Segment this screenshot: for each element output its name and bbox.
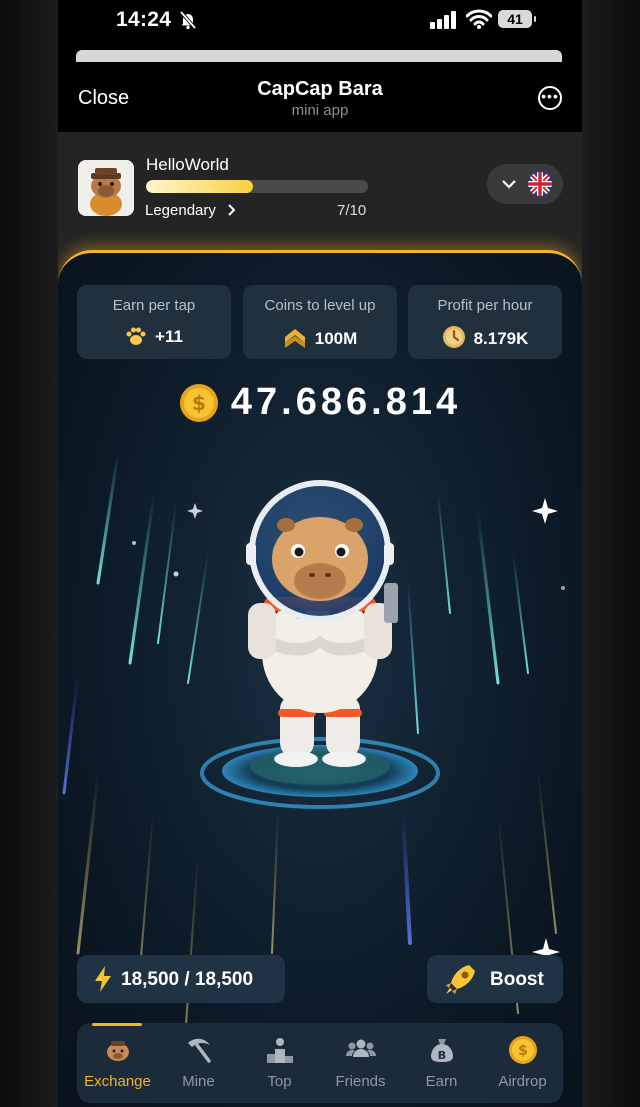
chevron-rank-icon	[284, 329, 305, 348]
game-panel: Earn per tap +11 Coins to level up 100M …	[58, 250, 582, 1107]
language-selector[interactable]	[487, 164, 563, 204]
stat-coins-to-level-up: Coins to level up 100M	[243, 285, 397, 359]
svg-text:$: $	[518, 1043, 528, 1059]
app-body: HelloWorld Legendary 7/10 Earn per tap +…	[58, 132, 582, 1107]
left-backdrop	[0, 0, 58, 1107]
energy-value: 18,500 / 18,500	[121, 969, 254, 990]
clock-coin-icon	[442, 326, 465, 348]
nav-label: Top	[267, 1073, 292, 1090]
lightning-icon	[95, 966, 111, 992]
stat-earn-per-tap: Earn per tap +11	[77, 285, 231, 359]
status-bar: 14:24 41	[58, 0, 582, 44]
active-indicator	[92, 1023, 142, 1026]
level-count: 7/10	[337, 202, 367, 219]
nav-earn[interactable]: B Earn	[401, 1023, 482, 1103]
energy-indicator: 18,500 / 18,500	[77, 955, 285, 1003]
nav-exchange[interactable]: Exchange	[77, 1023, 158, 1103]
profit-per-hour-value: 8.179K	[473, 329, 529, 348]
miniapp-header: Close CapCap Bara mini app •••	[58, 62, 582, 132]
right-backdrop	[582, 0, 640, 1107]
nav-label: Exchange	[84, 1073, 151, 1090]
coin-balance: $ 47.686.814	[58, 381, 582, 424]
sheet-edge	[76, 50, 562, 62]
cellular-signal-icon	[430, 11, 458, 34]
coins-to-level-value: 100M	[314, 329, 358, 348]
status-time: 14:24	[116, 8, 172, 31]
capybara-icon	[107, 1041, 129, 1061]
stat-label: Earn per tap	[112, 297, 196, 314]
uk-flag-icon	[528, 172, 552, 196]
app-subtitle: mini app	[291, 102, 349, 119]
level-progress-bar	[146, 180, 368, 193]
stat-value: +11	[77, 325, 231, 347]
stat-value: 100M	[243, 325, 397, 349]
more-options-icon[interactable]: •••	[538, 86, 562, 110]
nav-airdrop[interactable]: $ Airdrop	[482, 1023, 563, 1103]
stat-value: 8.179K	[408, 325, 562, 349]
boost-button[interactable]: Boost	[427, 955, 563, 1003]
rank-label: Legendary	[145, 202, 216, 219]
rank-link[interactable]: Legendary	[145, 202, 238, 219]
money-bag-icon: B	[431, 1039, 453, 1062]
wifi-icon	[465, 9, 493, 34]
chevron-right-icon	[228, 204, 236, 216]
nav-mine[interactable]: Mine	[158, 1023, 239, 1103]
friends-icon	[346, 1039, 376, 1057]
nav-top[interactable]: Top	[239, 1023, 320, 1103]
boost-label: Boost	[490, 969, 544, 990]
nav-label: Mine	[182, 1073, 215, 1090]
phone-screen: 14:24 41 Close CapCap Bara mini app •••	[58, 0, 582, 1107]
podium-icon	[267, 1038, 293, 1063]
nav-label: Airdrop	[498, 1073, 547, 1090]
bell-muted-icon	[178, 10, 198, 35]
app-title: CapCap Bara	[257, 78, 383, 100]
paw-icon	[126, 327, 146, 345]
svg-text:B: B	[438, 1049, 446, 1062]
gold-coin-icon: $	[179, 383, 218, 422]
capybara-astronaut-tap-target[interactable]	[200, 473, 440, 833]
nav-friends[interactable]: Friends	[320, 1023, 401, 1103]
chevron-down-icon	[502, 180, 516, 189]
stat-label: Coins to level up	[264, 297, 376, 314]
dollar-coin-icon: $	[509, 1036, 537, 1064]
stat-label: Profit per hour	[437, 297, 533, 314]
svg-text:$: $	[192, 391, 206, 415]
bottom-nav: Exchange Mine Top Friends B Earn $ Airdr…	[77, 1023, 563, 1103]
level-progress-fill	[146, 180, 253, 193]
balance-amount: 47.686.814	[230, 381, 462, 423]
rocket-icon	[446, 965, 475, 994]
stat-profit-per-hour: Profit per hour 8.179K	[408, 285, 562, 359]
earn-per-tap-value: +11	[155, 327, 183, 346]
username: HelloWorld	[146, 155, 229, 174]
nav-label: Friends	[335, 1073, 386, 1090]
nav-label: Earn	[425, 1073, 458, 1090]
pickaxe-icon	[188, 1038, 211, 1063]
battery-indicator: 41	[498, 10, 536, 28]
avatar[interactable]	[78, 160, 134, 216]
